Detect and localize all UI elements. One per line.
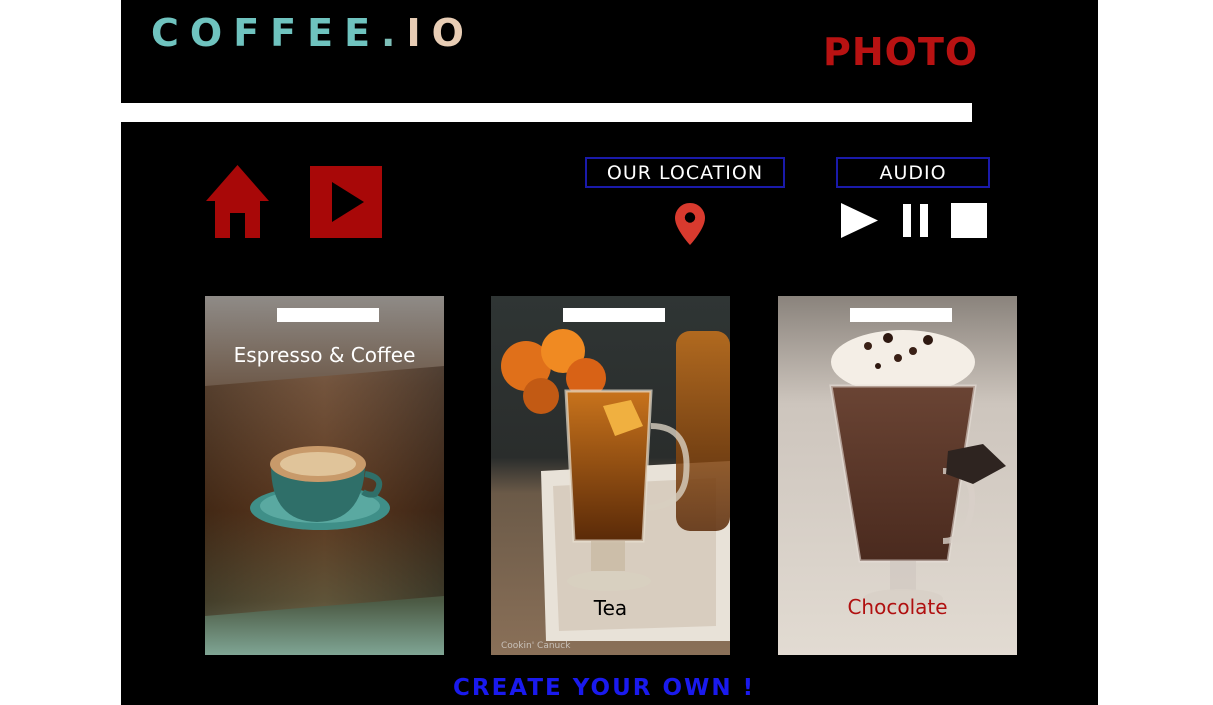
map-pin-icon[interactable]: [675, 203, 705, 245]
brand-logo[interactable]: COFFEE.IO: [151, 10, 475, 56]
card-tab: [277, 308, 379, 322]
play-icon[interactable]: [841, 203, 878, 238]
our-location-button[interactable]: OUR LOCATION: [585, 157, 785, 188]
app-canvas: COFFEE.IO PHOTO OUR LOCATION AUDIO Espre…: [121, 0, 1098, 705]
header-divider-bar: [121, 103, 972, 122]
card-caption: Chocolate: [847, 595, 948, 619]
card-tab: [563, 308, 665, 322]
create-your-own-link[interactable]: CREATE YOUR OWN !: [453, 673, 755, 703]
page-title: PHOTO: [823, 30, 979, 74]
stop-icon[interactable]: [951, 203, 987, 238]
play-video-icon[interactable]: [310, 166, 382, 238]
card-caption: Tea: [593, 596, 628, 620]
pause-icon[interactable]: [903, 204, 928, 237]
card-caption: Espresso & Coffee: [233, 343, 416, 367]
logo-text-suffix: IO: [406, 11, 475, 55]
card-tab: [850, 308, 952, 322]
audio-label: AUDIO: [836, 157, 990, 188]
chocolate-card[interactable]: Chocolate: [778, 296, 1017, 655]
espresso-coffee-card[interactable]: Espresso & Coffee: [205, 296, 444, 655]
photo-credit: Cookin' Canuck: [501, 641, 571, 651]
home-icon[interactable]: [206, 165, 269, 238]
tea-card[interactable]: Cookin' Canuck Tea: [491, 296, 730, 655]
logo-text-dot: .: [381, 11, 407, 55]
logo-text-main: COFFEE: [151, 11, 382, 55]
